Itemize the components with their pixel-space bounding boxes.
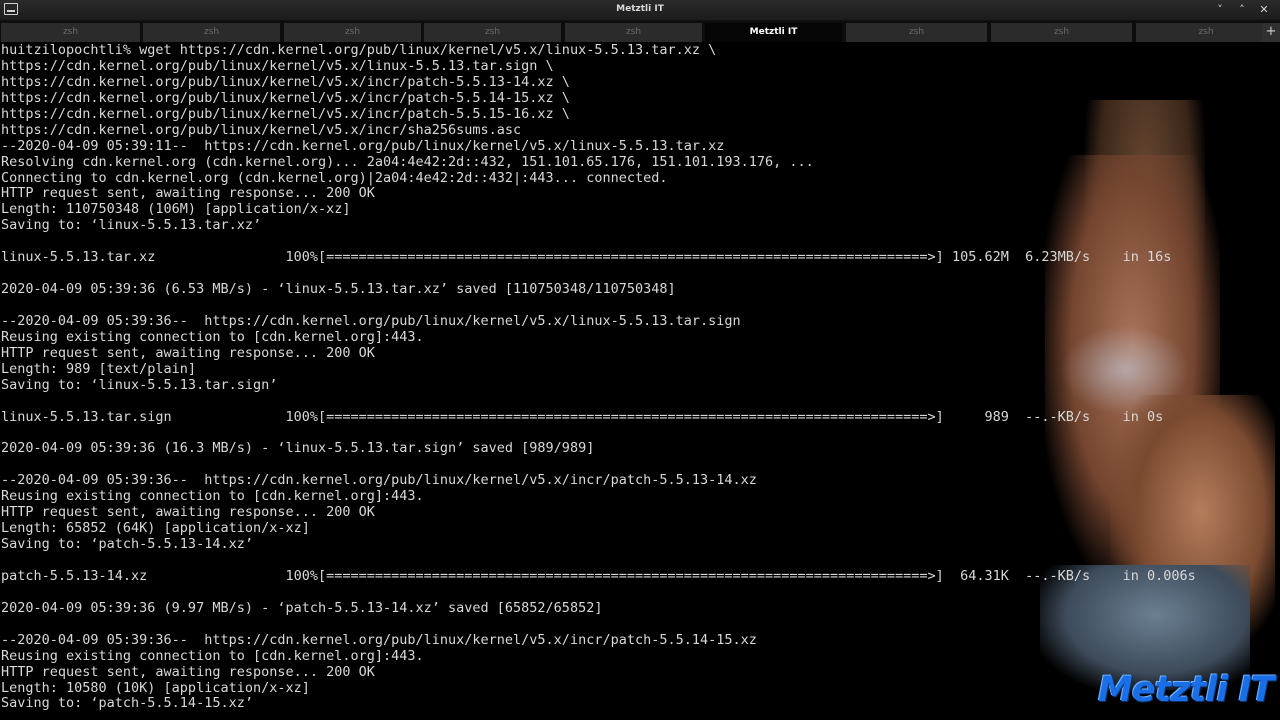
tab-metztli-it[interactable]: Metztli IT <box>705 23 842 42</box>
minimize-button[interactable]: ˅ <box>1212 2 1228 18</box>
tab-zsh-6[interactable]: zsh <box>846 23 987 42</box>
terminal-line: HTTP request sent, awaiting response... … <box>1 663 375 680</box>
terminal-line: patch-5.5.13-14.xz 100%[================… <box>1 567 1196 584</box>
terminal-output[interactable]: huitzilopochtli% wget https://cdn.kernel… <box>1 43 1279 720</box>
window-title: Metztli IT <box>616 4 664 14</box>
terminal-line: Saving to: ‘linux-5.5.13.tar.xz’ <box>1 217 262 234</box>
terminal-line: https://cdn.kernel.org/pub/linux/kernel/… <box>1 121 522 138</box>
close-button[interactable]: ✕ <box>1256 2 1272 18</box>
tab-zsh-8[interactable]: zsh <box>1136 23 1276 42</box>
tab-zsh-3[interactable]: zsh <box>284 23 421 42</box>
terminal-line: https://cdn.kernel.org/pub/linux/kernel/… <box>1 73 570 90</box>
terminal-line: Resolving cdn.kernel.org (cdn.kernel.org… <box>1 153 814 170</box>
terminal-line: Reusing existing connection to [cdn.kern… <box>1 647 424 664</box>
terminal-line: --2020-04-09 05:39:36-- https://cdn.kern… <box>1 472 757 489</box>
terminal-line: https://cdn.kernel.org/pub/linux/kernel/… <box>1 57 554 74</box>
terminal-line: HTTP request sent, awaiting response... … <box>1 504 375 521</box>
watermark-logo: Metztli IT <box>1098 670 1274 710</box>
terminal-line: Connecting to cdn.kernel.org (cdn.kernel… <box>1 169 668 186</box>
new-tab-button[interactable]: + <box>1262 23 1280 42</box>
terminal-line: Reusing existing connection to [cdn.kern… <box>1 328 424 345</box>
tab-zsh-1[interactable]: zsh <box>1 23 140 42</box>
window-titlebar[interactable]: Metztli IT ˅ ˄ ✕ <box>0 0 1280 21</box>
terminal-line: Length: 110750348 (106M) [application/x-… <box>1 201 351 218</box>
terminal-line: HTTP request sent, awaiting response... … <box>1 344 375 361</box>
terminal-line: --2020-04-09 05:39:11-- https://cdn.kern… <box>1 137 725 154</box>
terminal-line: Saving to: ‘patch-5.5.14-15.xz’ <box>1 695 253 712</box>
tab-zsh-2[interactable]: zsh <box>143 23 280 42</box>
terminal-line: linux-5.5.13.tar.xz 100%[===============… <box>1 249 1172 266</box>
terminal-line: huitzilopochtli% wget https://cdn.kernel… <box>1 43 717 58</box>
terminal-line: 2020-04-09 05:39:36 (9.97 MB/s) - ‘patch… <box>1 599 603 616</box>
terminal-line: HTTP request sent, awaiting response... … <box>1 185 375 202</box>
tab-bar: zsh zsh zsh zsh zsh Metztli IT zsh zsh z… <box>0 21 1280 42</box>
terminal-line: Reusing existing connection to [cdn.kern… <box>1 488 424 505</box>
terminal-line: Length: 10580 (10K) [application/x-xz] <box>1 679 310 696</box>
terminal-line: Length: 65852 (64K) [application/x-xz] <box>1 520 310 537</box>
terminal-line: https://cdn.kernel.org/pub/linux/kernel/… <box>1 105 570 122</box>
maximize-button[interactable]: ˄ <box>1234 2 1250 18</box>
tab-zsh-4[interactable]: zsh <box>424 23 561 42</box>
terminal-line: linux-5.5.13.tar.sign 100%[=============… <box>1 408 1164 425</box>
terminal-line: Length: 989 [text/plain] <box>1 360 197 377</box>
terminal-line: --2020-04-09 05:39:36-- https://cdn.kern… <box>1 312 741 329</box>
terminal-line: Saving to: ‘patch-5.5.13-14.xz’ <box>1 536 253 553</box>
tab-zsh-7[interactable]: zsh <box>991 23 1132 42</box>
terminal-line: https://cdn.kernel.org/pub/linux/kernel/… <box>1 89 570 106</box>
terminal-line: Saving to: ‘linux-5.5.13.tar.sign’ <box>1 376 278 393</box>
terminal-line: 2020-04-09 05:39:36 (6.53 MB/s) - ‘linux… <box>1 281 676 298</box>
terminal-line: --2020-04-09 05:39:36-- https://cdn.kern… <box>1 631 757 648</box>
terminal-line: 2020-04-09 05:39:36 (16.3 MB/s) - ‘linux… <box>1 440 595 457</box>
tab-zsh-5[interactable]: zsh <box>565 23 702 42</box>
